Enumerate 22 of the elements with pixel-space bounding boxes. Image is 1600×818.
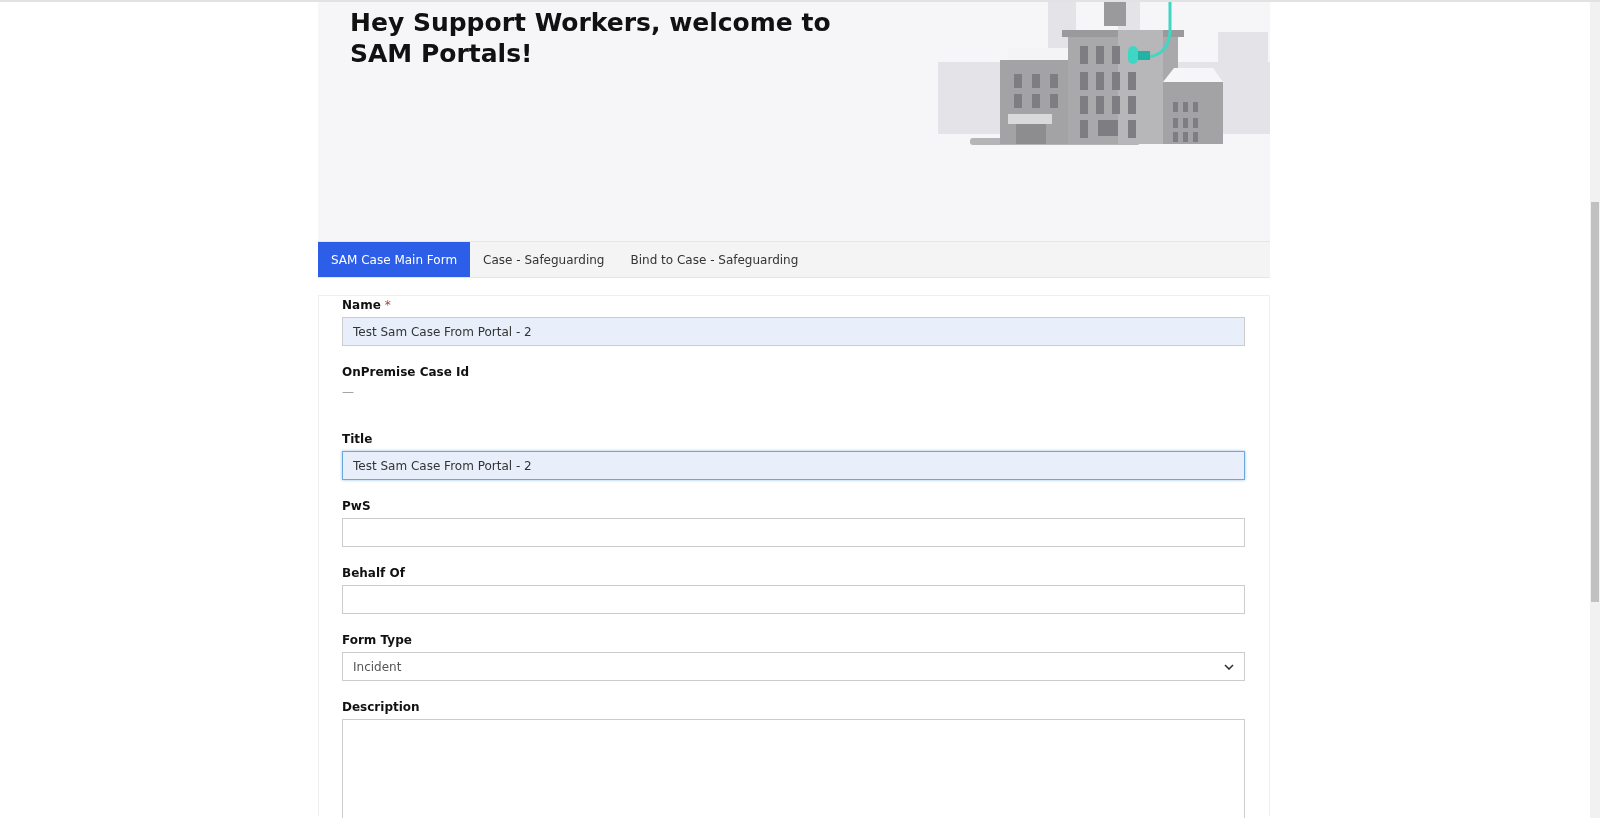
hero-title: Hey Support Workers, welcome to SAM Portals! (350, 7, 832, 69)
required-mark: * (384, 298, 391, 312)
text-field[interactable] (342, 585, 1245, 614)
text-area[interactable] (342, 719, 1245, 818)
field-label: Name (342, 298, 381, 312)
dropdown-field[interactable]: Incident (342, 652, 1245, 681)
scrollbar-thumb[interactable] (1591, 202, 1599, 602)
field-label: Form Type (342, 633, 412, 647)
field-label: PwS (342, 499, 371, 513)
tab[interactable]: SAM Case Main Form (318, 242, 471, 277)
field-label: Behalf Of (342, 566, 405, 580)
scrollbar[interactable] (1590, 2, 1600, 818)
chevron-down-icon (1224, 663, 1234, 670)
field-label: Description (342, 700, 420, 714)
text-field[interactable] (342, 518, 1245, 547)
field-label: OnPremise Case Id (342, 365, 470, 379)
tab[interactable]: Bind to Case - Safeguarding (617, 242, 812, 277)
text-field[interactable]: Test Sam Case From Portal - 2 (342, 317, 1245, 346)
tab[interactable]: Case - Safeguarding (470, 242, 618, 277)
text-field[interactable]: Test Sam Case From Portal - 2 (342, 451, 1245, 480)
empty-value: — (342, 385, 355, 401)
field-label: Title (342, 432, 373, 446)
